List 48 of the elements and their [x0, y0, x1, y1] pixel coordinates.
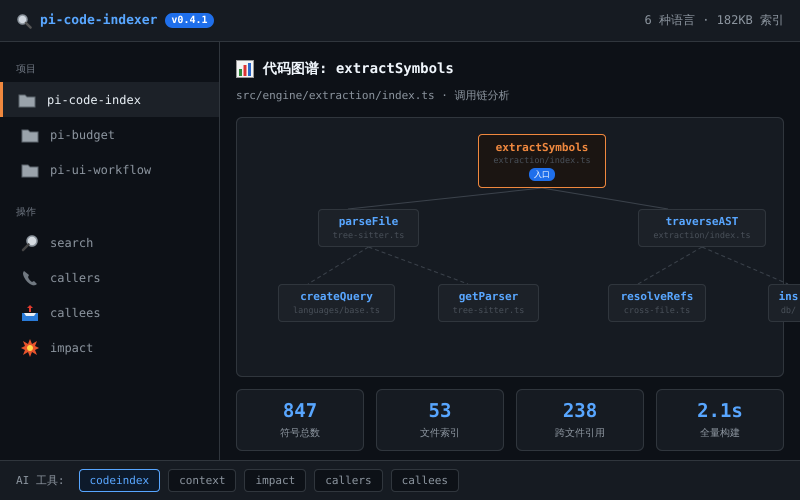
function-name: createQuery	[300, 290, 373, 303]
sidebar-item[interactable]: callees	[0, 295, 219, 330]
function-name: ins	[778, 290, 798, 303]
sidebar-item[interactable]: pi-ui-workflow	[0, 152, 219, 187]
stat-label: 跨文件引用	[555, 426, 605, 440]
index-summary: 6 种语言 · 182KB 索引	[644, 12, 784, 29]
folder-icon	[21, 126, 39, 142]
tool-chip[interactable]: impact	[244, 469, 306, 492]
app-title: pi-code-indexer	[40, 13, 158, 28]
function-name: resolveRefs	[620, 290, 694, 303]
entry-badge: 入口	[529, 168, 555, 181]
connector-line	[638, 246, 702, 284]
graph-node[interactable]: extractSymbols extraction/index.ts 入口	[478, 134, 606, 188]
sidebar-item[interactable]: impact	[0, 330, 219, 365]
tool-chip[interactable]: context	[168, 469, 236, 492]
function-name: parseFile	[338, 215, 398, 228]
stat-label: 文件索引	[420, 426, 460, 440]
tool-chip[interactable]: callers	[314, 469, 383, 492]
file-name: extraction/index.ts	[493, 156, 591, 166]
explosion-icon	[21, 338, 39, 356]
stat-value: 2.1s	[697, 400, 743, 422]
tools-label: AI 工具:	[16, 473, 64, 488]
section-heading: 项目	[15, 63, 37, 77]
sidebar-item[interactable]: callers	[0, 260, 219, 295]
magnifier-icon	[21, 234, 39, 252]
stat-value: 238	[562, 400, 598, 422]
tool-chip[interactable]: callees	[390, 469, 459, 492]
version-badge: v0.4.1	[165, 13, 214, 28]
function-name: extractSymbols	[496, 141, 588, 154]
page-title: 代码图谱: extractSymbols	[263, 60, 454, 78]
bar-chart-icon	[236, 60, 254, 78]
folder-icon	[18, 92, 36, 108]
section-heading: 操作	[15, 206, 37, 220]
function-name: getParser	[458, 290, 518, 303]
stat-label: 符号总数	[280, 426, 320, 440]
tool-chip[interactable]: codeindex	[78, 469, 160, 492]
inbox-tray-icon	[21, 304, 39, 322]
search-icon	[16, 12, 32, 28]
sidebar-item[interactable]: pi-code-index	[0, 82, 219, 117]
sidebar-item[interactable]: search	[0, 225, 219, 260]
file-path: src/engine/extraction/index.ts · 调用链分析	[236, 88, 511, 103]
folder-icon	[21, 162, 39, 178]
stat-value: 847	[282, 400, 318, 422]
sidebar-item[interactable]: pi-budget	[0, 117, 219, 152]
function-name: traverseAST	[666, 215, 738, 228]
phone-icon	[21, 268, 39, 286]
stat-label: 全量构建	[700, 426, 740, 440]
stat-value: 53	[428, 400, 452, 422]
